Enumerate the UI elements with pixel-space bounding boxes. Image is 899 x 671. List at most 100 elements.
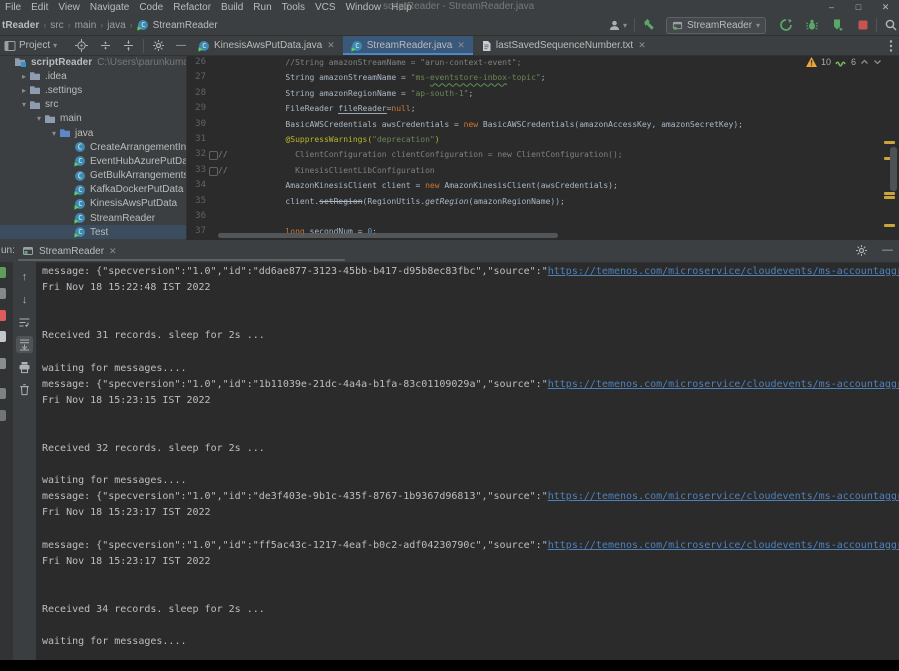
inspections-widget[interactable]: 10 6 <box>803 57 885 67</box>
tree-item-kafkadockerputdata[interactable]: CKafkaDockerPutData <box>0 183 186 197</box>
tree-item-createarrangementinfov3[interactable]: CCreateArrangementInfoV3 <box>0 140 186 154</box>
gear-icon[interactable] <box>855 244 868 257</box>
expand-all-icon[interactable] <box>99 39 112 52</box>
editor-horizontal-scrollbar[interactable] <box>218 233 558 238</box>
tree-item-test[interactable]: CTest <box>0 225 186 239</box>
tree-item-idea[interactable]: ▸.idea <box>0 69 186 83</box>
close-icon[interactable]: ✕ <box>638 40 646 51</box>
chevron-open-icon[interactable]: ▾ <box>49 129 59 138</box>
source-url-link[interactable]: https://temenos.com/microservice/cloudev… <box>548 266 899 277</box>
run-icon[interactable] <box>779 18 793 32</box>
menu-item-build[interactable]: Build <box>216 2 248 13</box>
tree-item-getbulkarrangementsv3[interactable]: CGetBulkArrangementsV3 <box>0 169 186 183</box>
stop-icon[interactable] <box>0 310 6 321</box>
tree-item-scriptreader[interactable]: scriptReaderC:\Users\parunkumar\Dow <box>0 55 186 69</box>
tree-item-kinesisawsputdata[interactable]: CKinesisAwsPutData <box>0 197 186 211</box>
editor-vertical-scrollbar[interactable] <box>890 147 897 191</box>
code-token: null <box>391 104 410 113</box>
breadcrumb-item[interactable]: java <box>107 20 125 31</box>
editor-tab[interactable]: CStreamReader.java✕ <box>343 36 473 55</box>
stripe-warning-mark[interactable] <box>884 224 895 227</box>
more-tabs-icon[interactable] <box>889 39 893 53</box>
menu-item-edit[interactable]: Edit <box>26 2 53 13</box>
run-with-coverage-icon[interactable] <box>831 18 845 32</box>
search-icon[interactable] <box>884 18 898 32</box>
close-icon[interactable]: ✕ <box>109 246 117 257</box>
source-url-link[interactable]: https://temenos.com/microservice/cloudev… <box>548 379 899 390</box>
svg-text:C: C <box>355 42 359 50</box>
debug-bug-icon[interactable] <box>805 18 819 32</box>
chevron-down-icon[interactable]: ▾ <box>623 21 627 30</box>
frame-icon[interactable] <box>0 358 6 369</box>
breadcrumb-item[interactable]: main <box>75 20 97 31</box>
next-issue-icon[interactable] <box>873 58 882 66</box>
breadcrumb-item[interactable]: src <box>50 20 63 31</box>
console-output[interactable]: message: {"specversion":"1.0","id":"dd6a… <box>36 264 899 671</box>
editor-tab[interactable]: lastSavedSequenceNumber.txt✕ <box>473 36 654 55</box>
menu-item-tools[interactable]: Tools <box>277 2 310 13</box>
clear-all-icon[interactable] <box>16 381 33 398</box>
toolbar-icon[interactable] <box>0 288 6 299</box>
restart-icon[interactable] <box>0 331 6 342</box>
fold-marker-icon[interactable] <box>209 151 218 160</box>
chevron-open-icon[interactable]: ▾ <box>19 100 29 109</box>
tree-item-src[interactable]: ▾src <box>0 98 186 112</box>
close-icon[interactable]: ✕ <box>457 40 465 51</box>
print-icon[interactable] <box>16 359 33 376</box>
close-icon[interactable]: ✕ <box>327 40 335 51</box>
menu-item-code[interactable]: Code <box>134 2 168 13</box>
menu-item-file[interactable]: File <box>0 2 26 13</box>
breadcrumb-class[interactable]: StreamReader <box>153 20 218 31</box>
user-icon[interactable] <box>608 19 621 32</box>
stripe-warning-mark[interactable] <box>884 141 895 144</box>
menu-item-vcs[interactable]: VCS <box>310 2 341 13</box>
toolbar-icon[interactable] <box>0 410 6 421</box>
tree-item-eventhubazureputdata[interactable]: CEventHubAzurePutData <box>0 154 186 168</box>
project-view-icon[interactable] <box>4 40 16 52</box>
chevron-down-icon[interactable]: ▾ <box>53 41 57 50</box>
prev-issue-icon[interactable] <box>860 58 869 66</box>
source-url-link[interactable]: https://temenos.com/microservice/cloudev… <box>548 540 899 551</box>
minimize-icon[interactable]: – <box>818 0 845 15</box>
hide-panel-icon[interactable]: — <box>176 40 186 51</box>
stripe-warning-mark[interactable] <box>884 196 895 199</box>
close-icon[interactable]: ✕ <box>872 0 899 15</box>
menu-item-window[interactable]: Window <box>341 2 387 13</box>
run-config-select[interactable]: StreamReader ▾ <box>666 17 766 34</box>
warning-count: 10 <box>821 57 831 67</box>
rerun-icon[interactable] <box>0 267 6 278</box>
breadcrumb-item[interactable]: tReader <box>2 20 39 31</box>
gear-icon[interactable] <box>152 39 165 52</box>
scroll-to-end-icon[interactable] <box>16 336 33 353</box>
class-icon: C <box>74 141 86 153</box>
fold-marker-icon[interactable] <box>209 167 218 176</box>
soft-wrap-icon[interactable] <box>16 314 33 331</box>
hide-panel-icon[interactable]: — <box>882 244 893 257</box>
up-stack-trace-icon[interactable]: ↑ <box>16 268 33 285</box>
source-url-link[interactable]: https://temenos.com/microservice/cloudev… <box>548 491 899 502</box>
collapse-all-icon[interactable] <box>122 39 135 52</box>
locate-target-icon[interactable] <box>75 39 88 52</box>
menu-item-navigate[interactable]: Navigate <box>85 2 134 13</box>
menu-item-run[interactable]: Run <box>248 2 276 13</box>
build-hammer-icon[interactable] <box>642 18 656 32</box>
menu-item-refactor[interactable]: Refactor <box>168 2 216 13</box>
console-text: message: {"specversion":"1.0","id":"dd6a… <box>42 266 548 277</box>
tree-item-main[interactable]: ▾main <box>0 112 186 126</box>
chevron-closed-icon[interactable]: ▸ <box>19 72 29 81</box>
code-editor[interactable]: 262728293031323334353637 //String amazon… <box>187 55 899 240</box>
menu-bar: FileEditViewNavigateCodeRefactorBuildRun… <box>0 0 899 15</box>
maximize-icon[interactable]: □ <box>845 0 872 15</box>
down-stack-trace-icon[interactable]: ↓ <box>16 291 33 308</box>
chevron-open-icon[interactable]: ▾ <box>34 114 44 123</box>
stripe-warning-mark[interactable] <box>884 192 895 195</box>
menu-item-view[interactable]: View <box>53 2 85 13</box>
tree-item-streamreader[interactable]: CStreamReader <box>0 211 186 225</box>
toolbar-icon[interactable] <box>0 388 6 399</box>
tree-item-settings[interactable]: ▸.settings <box>0 83 186 97</box>
editor-tab[interactable]: CKinesisAwsPutData.java✕ <box>190 36 343 55</box>
stop-icon[interactable] <box>857 19 869 31</box>
project-panel-title[interactable]: Project <box>19 40 50 51</box>
tree-item-java[interactable]: ▾java <box>0 126 186 140</box>
chevron-closed-icon[interactable]: ▸ <box>19 86 29 95</box>
